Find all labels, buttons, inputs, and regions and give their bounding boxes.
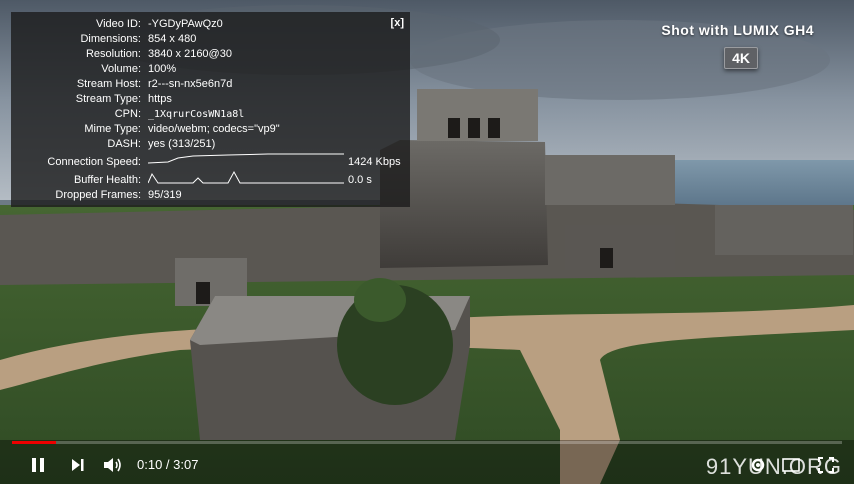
stats-value: 1424 Kbps <box>348 156 401 168</box>
next-button[interactable] <box>66 454 90 476</box>
stats-row-mime-type: Mime Type: video/webm; codecs="vp9" <box>11 122 410 137</box>
volume-icon <box>104 458 121 472</box>
stats-value: 854 x 480 <box>148 33 197 45</box>
stats-row-resolution: Resolution: 3840 x 2160@30 <box>11 47 410 62</box>
brand-label: Shot with LUMIX GH4 <box>661 22 814 38</box>
video-player[interactable]: Shot with LUMIX GH4 4K [x] Video ID: -YG… <box>0 0 854 484</box>
volume-button[interactable] <box>101 454 125 476</box>
stats-label: Buffer Health: <box>73 174 141 186</box>
watermark: 91YUN.ORG <box>705 454 842 479</box>
stats-row-volume: Volume: 100% <box>11 62 410 77</box>
stats-for-nerds-panel: [x] Video ID: -YGDyPAwQz0 Dimensions: 85… <box>11 12 410 207</box>
stats-row-cpn: CPN: _1XqrurCosWN1a8l <box>11 107 410 122</box>
pause-icon <box>32 458 44 472</box>
stats-label: Video ID: <box>95 18 141 30</box>
stats-label: DASH: <box>107 138 141 150</box>
stats-label: Dropped Frames: <box>55 189 141 201</box>
stats-row-dimensions: Dimensions: 854 x 480 <box>11 32 410 47</box>
stats-label: Connection Speed: <box>47 156 141 168</box>
time-display: 0:10 / 3:07 <box>137 457 199 472</box>
stats-label: CPN: <box>114 108 141 120</box>
stats-label: Dimensions: <box>80 33 141 45</box>
pause-button[interactable] <box>26 454 50 476</box>
progress-played <box>12 441 56 444</box>
progress-bar[interactable] <box>12 441 842 444</box>
stats-value: 95/319 <box>148 189 182 201</box>
stats-label: Volume: <box>101 63 141 75</box>
stats-row-video-id: Video ID: -YGDyPAwQz0 <box>11 17 410 32</box>
4k-badge: 4K <box>724 47 758 69</box>
stats-row-dropped-frames: Dropped Frames: 95/319 <box>11 188 410 203</box>
stats-value: video/webm; codecs="vp9" <box>148 123 280 135</box>
stats-value: 0.0 s <box>348 174 372 186</box>
stats-value: 100% <box>148 63 177 75</box>
stats-value: https <box>148 93 172 105</box>
stats-row-stream-type: Stream Type: https <box>11 92 410 107</box>
stats-label: Stream Host: <box>76 78 141 90</box>
stats-row-buffer-health: Buffer Health: 0.0 s <box>11 173 410 188</box>
stats-label: Resolution: <box>85 48 141 60</box>
stats-value: r2---sn-nx5e6n7d <box>148 78 233 90</box>
stats-value: 3840 x 2160@30 <box>148 48 232 60</box>
next-icon <box>72 459 84 471</box>
stats-label: Mime Type: <box>84 123 141 135</box>
stats-value: -YGDyPAwQz0 <box>148 18 223 30</box>
stats-value: _1XqrurCosWN1a8l <box>148 109 245 120</box>
stats-row-stream-host: Stream Host: r2---sn-nx5e6n7d <box>11 77 410 92</box>
stats-label: Stream Type: <box>75 93 141 105</box>
